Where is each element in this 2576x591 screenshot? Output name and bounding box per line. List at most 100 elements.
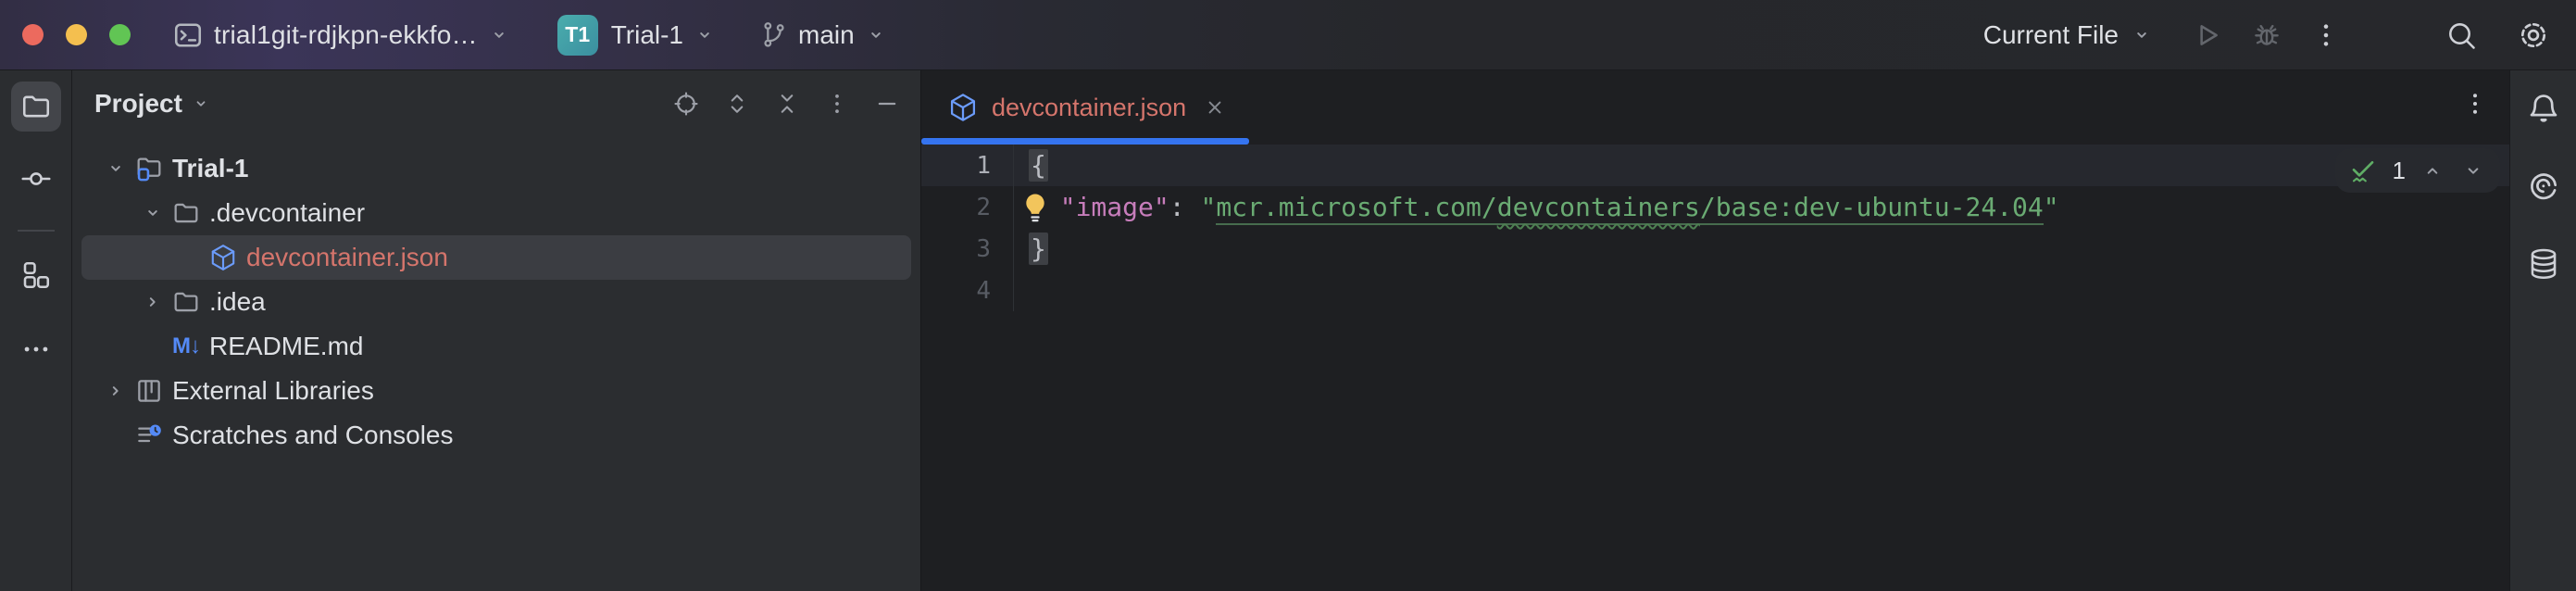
vcs-branch-selector[interactable]: main xyxy=(759,20,888,50)
tree-item-external-libraries[interactable]: External Libraries xyxy=(81,369,911,413)
tab-list-options-icon[interactable] xyxy=(2461,70,2489,137)
tree-item--idea[interactable]: .idea xyxy=(81,280,911,324)
folder-icon xyxy=(170,287,202,317)
chevron-down-icon xyxy=(864,23,888,47)
tree-item--devcontainer[interactable]: .devcontainer xyxy=(81,191,911,235)
tree-item-readme-md[interactable]: M↓ README.md xyxy=(81,324,911,369)
line-number: 2 xyxy=(921,186,1014,228)
run-configuration-selector[interactable]: Current File xyxy=(1983,20,2154,50)
chevron-down-icon xyxy=(2130,23,2154,47)
bulb-icon[interactable] xyxy=(1019,191,1051,224)
window-title: trial1git-rdjkpn-ekkfo… xyxy=(214,20,478,50)
tree-item-label: .devcontainer xyxy=(209,198,365,228)
code-token: " xyxy=(1200,192,1216,222)
run-configuration-name: Current File xyxy=(1983,20,2119,50)
code-line-4[interactable]: 4 xyxy=(921,270,2509,311)
database-icon[interactable] xyxy=(2526,246,2561,282)
code-token: } xyxy=(1029,233,1048,265)
more-actions-icon[interactable] xyxy=(2296,9,2356,61)
markdown-icon: M↓ xyxy=(170,333,202,359)
ai-assistant-icon[interactable] xyxy=(2526,169,2561,204)
previous-problem-icon[interactable] xyxy=(2420,158,2445,182)
chevron-down-icon xyxy=(487,23,511,47)
libraries-icon xyxy=(133,376,165,406)
devcontainer-icon xyxy=(207,243,239,272)
branch-name: main xyxy=(798,20,855,50)
code-token: " xyxy=(2044,192,2059,222)
close-window-button[interactable] xyxy=(22,24,44,45)
tree-item-trial-1[interactable]: Trial-1 xyxy=(81,146,911,191)
close-tab-icon[interactable] xyxy=(1203,95,1227,119)
inspections-widget[interactable]: 1 xyxy=(2335,148,2500,193)
code-editor[interactable]: 1{2 "image": "mcr.microsoft.com/devconta… xyxy=(921,145,2509,591)
collapse-all-icon[interactable] xyxy=(774,91,800,117)
code-line-text: "image": "mcr.microsoft.com/devcontainer… xyxy=(1014,192,2059,222)
run-button[interactable] xyxy=(2178,9,2237,61)
window-controls xyxy=(22,24,131,45)
git-branch-icon xyxy=(759,20,789,50)
editor-tab-devcontainer-json[interactable]: devcontainer.json xyxy=(921,70,1249,145)
project-panel-header: Project xyxy=(72,70,920,137)
project-panel: Project xyxy=(72,70,921,591)
chevron-down-icon[interactable] xyxy=(98,157,133,181)
project-badge[interactable]: T1 xyxy=(557,15,598,56)
panel-options-icon[interactable] xyxy=(824,91,850,117)
code-line-3[interactable]: 3} xyxy=(921,228,2509,270)
project-panel-title-dropdown[interactable]: Project xyxy=(94,89,212,119)
hide-panel-icon[interactable] xyxy=(874,91,900,117)
code-token: : xyxy=(1169,192,1201,222)
tree-item-devcontainer-json[interactable]: devcontainer.json xyxy=(81,235,911,280)
structure-tool-window-button[interactable] xyxy=(11,250,61,300)
chevron-right-icon[interactable] xyxy=(135,290,170,314)
tree-item-label: Trial-1 xyxy=(172,154,248,183)
folder-icon xyxy=(170,198,202,228)
code-line-1[interactable]: 1{ xyxy=(921,145,2509,186)
search-everywhere-icon[interactable] xyxy=(2432,9,2491,61)
project-tree: Trial-1 .devcontainer devcontainer.json .id… xyxy=(72,137,920,458)
devcontainer-cube-icon xyxy=(947,92,979,123)
code-line-text: } xyxy=(1014,233,1048,264)
terminal-icon xyxy=(171,19,205,52)
project-tool-window-button[interactable] xyxy=(11,82,61,132)
tree-item-label: README.md xyxy=(209,332,363,361)
strip-divider xyxy=(18,230,55,232)
commit-tool-window-button[interactable] xyxy=(11,154,61,204)
project-selector[interactable]: Trial-1 xyxy=(611,20,717,50)
notifications-bell-icon[interactable] xyxy=(2526,91,2561,126)
chevron-down-icon[interactable] xyxy=(135,201,170,225)
code-token: { xyxy=(1029,149,1048,182)
chevron-right-icon[interactable] xyxy=(98,379,133,403)
window-title-group[interactable]: trial1git-rdjkpn-ekkfo… xyxy=(171,19,511,52)
code-line-2[interactable]: 2 "image": "mcr.microsoft.com/devcontain… xyxy=(921,186,2509,228)
debug-button[interactable] xyxy=(2237,9,2296,61)
inspections-count: 1 xyxy=(2393,157,2406,185)
next-problem-icon[interactable] xyxy=(2461,158,2485,182)
code-token: mcr.microsoft.com/ xyxy=(1216,192,1496,225)
tree-item-label: External Libraries xyxy=(172,376,374,406)
expand-all-icon[interactable] xyxy=(724,91,750,117)
tree-item-scratches-and-consoles[interactable]: Scratches and Consoles xyxy=(81,413,911,458)
minimize-window-button[interactable] xyxy=(66,24,87,45)
scratches-icon xyxy=(133,421,165,450)
tab-title: devcontainer.json xyxy=(992,94,1186,122)
titlebar-right-actions: Current File xyxy=(1983,9,2563,61)
zoom-window-button[interactable] xyxy=(109,24,131,45)
editor-area: devcontainer.json 1{2 "image": "mcr.micr… xyxy=(921,70,2509,591)
settings-gear-icon[interactable] xyxy=(2504,9,2563,61)
titlebar: trial1git-rdjkpn-ekkfo… T1 Trial-1 main … xyxy=(0,0,2576,70)
more-tool-windows-button[interactable] xyxy=(11,324,61,374)
right-tool-strip xyxy=(2509,70,2576,591)
project-name: Trial-1 xyxy=(611,20,683,50)
left-tool-strip xyxy=(0,70,72,591)
line-number: 3 xyxy=(921,228,1014,270)
tree-item-label: Scratches and Consoles xyxy=(172,421,454,450)
tree-item-label: devcontainer.json xyxy=(246,243,448,272)
line-number: 1 xyxy=(921,145,1014,186)
editor-tab-bar: devcontainer.json xyxy=(921,70,2509,145)
chevron-down-icon xyxy=(190,93,212,115)
line-number: 4 xyxy=(921,270,1014,311)
select-opened-file-icon[interactable] xyxy=(672,90,700,118)
project-folder-icon xyxy=(133,154,165,183)
main-area: Project xyxy=(0,70,2576,591)
tree-item-label: .idea xyxy=(209,287,266,317)
